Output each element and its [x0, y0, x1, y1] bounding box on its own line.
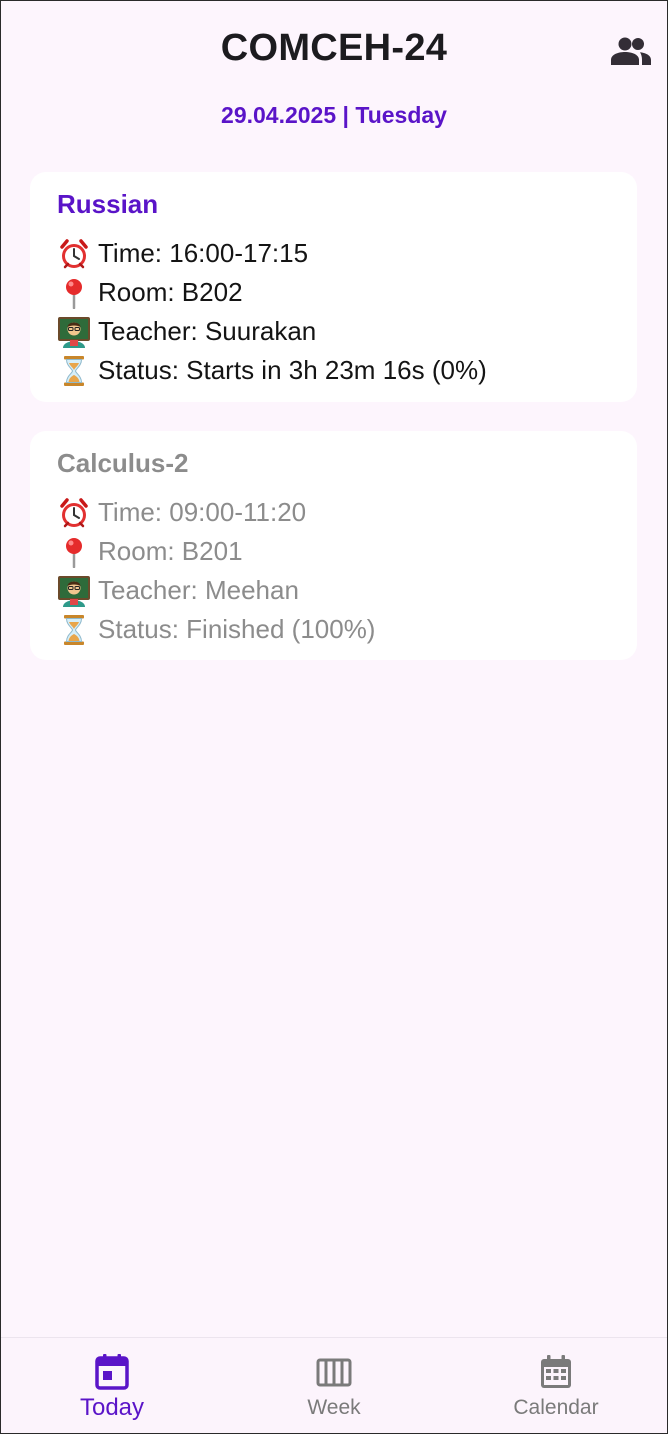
- current-date: 29.04.2025 | Tuesday: [221, 102, 447, 128]
- lesson-subject: Russian: [57, 189, 159, 219]
- nav-week-label: Week: [307, 1396, 361, 1419]
- lesson-status-row: Status: Starts in 3h 23m 16s (0%): [57, 351, 611, 390]
- calendar-month-icon: [541, 1355, 571, 1388]
- lesson-status-row: Status: Finished (100%): [57, 610, 611, 649]
- nav-calendar-label: Calendar: [513, 1396, 599, 1419]
- hourglass-icon: [57, 354, 91, 388]
- lesson-status: Status: Starts in 3h 23m 16s (0%): [98, 355, 487, 385]
- teacher-icon: [57, 574, 91, 608]
- teacher-icon: [57, 315, 91, 349]
- week-view-icon: [316, 1358, 352, 1387]
- pin-icon: [57, 276, 91, 310]
- lesson-room-row: Room: B201: [57, 532, 611, 571]
- lesson-time-row: Time: 09:00-11:20: [57, 493, 611, 532]
- app-title: COMCEH-24: [220, 27, 448, 69]
- lesson-card[interactable]: Calculus-2 Time: 09:00-11:20 Room: B201 …: [30, 431, 637, 660]
- lesson-teacher: Teacher: Meehan: [98, 575, 299, 605]
- lesson-room: Room: B201: [98, 536, 243, 566]
- group-select-button[interactable]: [609, 31, 653, 71]
- lesson-status: Status: Finished (100%): [98, 614, 376, 644]
- calendar-today-icon: [95, 1354, 129, 1390]
- hourglass-icon: [57, 613, 91, 647]
- nav-today-label: Today: [79, 1394, 145, 1421]
- nav-today[interactable]: Today: [1, 1338, 223, 1433]
- nav-calendar[interactable]: Calendar: [445, 1338, 667, 1433]
- lesson-subject: Calculus-2: [57, 448, 189, 478]
- lesson-room: Room: B202: [98, 277, 243, 307]
- alarm-clock-icon: [57, 237, 91, 271]
- app-screen: COMCEH-24 29.04.2025 | Tuesday Russian T…: [1, 1, 667, 1433]
- lesson-teacher: Teacher: Suurakan: [98, 316, 317, 346]
- lesson-room-row: Room: B202: [57, 273, 611, 312]
- lesson-time: Time: 16:00-17:15: [98, 238, 309, 268]
- pin-icon: [57, 535, 91, 569]
- alarm-clock-icon: [57, 496, 91, 530]
- lesson-card[interactable]: Russian Time: 16:00-17:15 Room: B202 Tea…: [30, 172, 637, 402]
- bottom-navigation: Today Week Calendar: [1, 1337, 667, 1433]
- lesson-time: Time: 09:00-11:20: [98, 497, 307, 527]
- nav-week[interactable]: Week: [223, 1338, 445, 1433]
- lesson-teacher-row: Teacher: Suurakan: [57, 312, 611, 351]
- people-icon: [611, 37, 651, 65]
- lesson-time-row: Time: 16:00-17:15: [57, 234, 611, 273]
- lesson-teacher-row: Teacher: Meehan: [57, 571, 611, 610]
